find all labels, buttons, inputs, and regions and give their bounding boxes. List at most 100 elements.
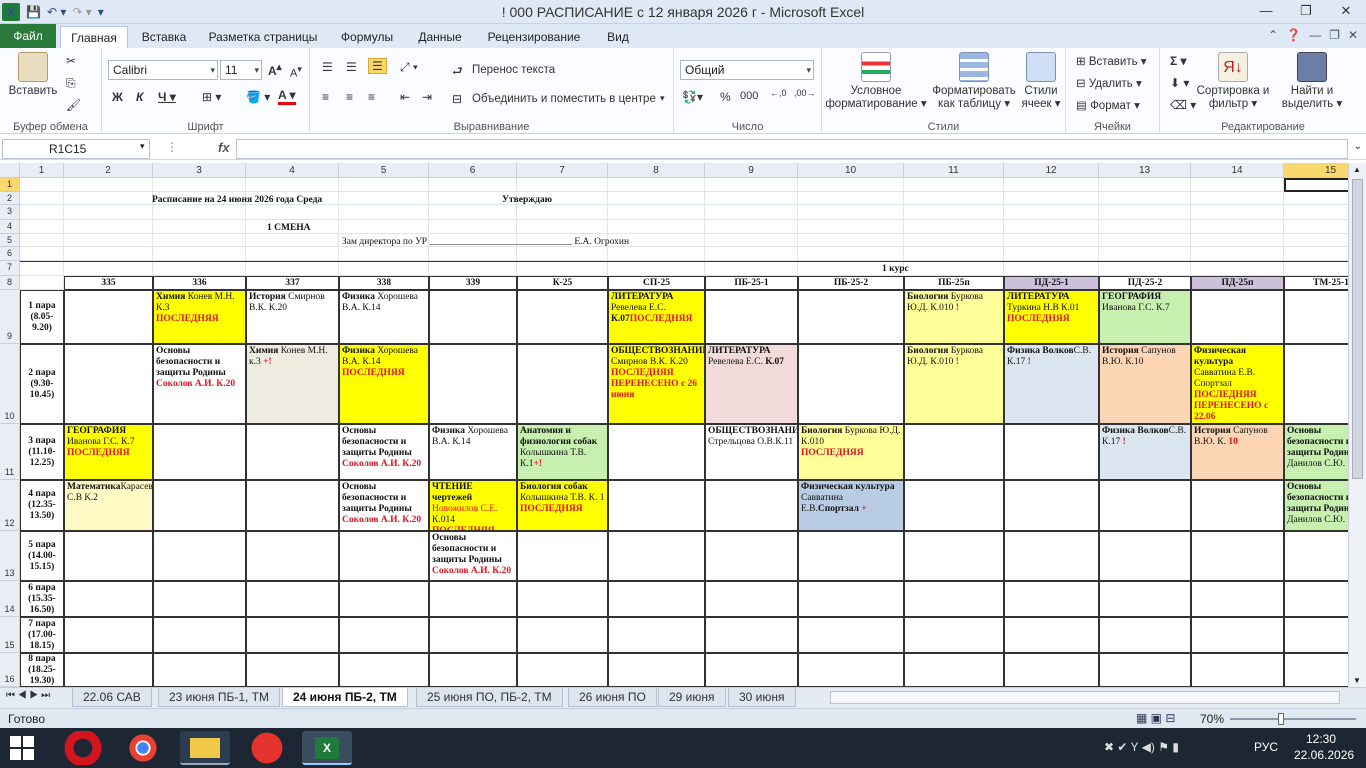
schedule-cell[interactable] <box>705 581 798 617</box>
expand-formula-icon[interactable]: ⌄ <box>1354 141 1362 152</box>
column-header[interactable]: 8 <box>608 163 705 178</box>
schedule-cell[interactable] <box>1191 617 1284 653</box>
period-label[interactable]: 1 пара (8.05- 9.20) <box>20 290 64 344</box>
period-label[interactable]: 7 пара (17.00- 18.15) <box>20 617 64 653</box>
schedule-cell[interactable]: История Смирнов В.К. К.20 <box>246 290 339 344</box>
schedule-cell[interactable] <box>246 480 339 531</box>
autosum-icon[interactable]: Σ ▾ <box>1170 54 1187 68</box>
sheet-tab[interactable]: 23 июня ПБ-1, ТМ <box>158 688 281 707</box>
schedule-cell[interactable] <box>429 653 517 687</box>
column-header[interactable]: 6 <box>429 163 517 178</box>
schedule-cell[interactable] <box>517 344 608 424</box>
comma-style-icon[interactable]: 000 <box>740 90 758 102</box>
schedule-cell[interactable] <box>705 531 798 581</box>
schedule-cell[interactable] <box>153 531 246 581</box>
row-header[interactable]: 6 <box>0 247 20 261</box>
schedule-cell[interactable] <box>1004 581 1099 617</box>
scroll-down-icon[interactable]: ▼ <box>1353 676 1361 685</box>
column-header[interactable]: 13 <box>1099 163 1191 178</box>
italic-icon[interactable]: К <box>136 90 143 104</box>
schedule-cell[interactable] <box>904 480 1004 531</box>
column-header[interactable]: 10 <box>798 163 904 178</box>
font-name-select[interactable]: Calibri ▾ <box>108 60 218 80</box>
doc-minimize-icon[interactable]: — <box>1309 28 1321 42</box>
group-header[interactable]: ПД-25-1 <box>1004 276 1099 290</box>
schedule-cell[interactable] <box>1284 290 1348 344</box>
sheet-tab-active[interactable]: 24 июня ПБ-2, ТМ <box>282 688 408 707</box>
spreadsheet-grid[interactable]: 1 2 3 4 5 6 7 8 9 10 11 12 13 14 15 1 2 3 4 5 6 7 8 9 10 11 12 13 1… <box>0 163 1348 687</box>
wrap-text-icon[interactable]: ⮐ <box>452 62 463 83</box>
schedule-title[interactable]: Расписание на 24 июня 2026 года Среда <box>150 194 410 206</box>
schedule-cell[interactable] <box>1284 653 1348 687</box>
schedule-cell[interactable] <box>1284 581 1348 617</box>
schedule-cell[interactable]: Биология Буркова Ю.Д. К.010 ! <box>904 344 1004 424</box>
schedule-cell[interactable]: Химия Конев М.Н. к.3 +! <box>246 344 339 424</box>
schedule-cell[interactable]: Физика Хорошева В.А. К.14 <box>339 290 429 344</box>
collapse-ribbon-icon[interactable]: ⌃ <box>1268 28 1278 42</box>
underline-icon[interactable]: Ч ▾ <box>158 90 176 104</box>
row-header[interactable]: 14 <box>0 581 20 617</box>
schedule-cell[interactable]: ОБЩЕСТВОЗНАНИЕ Стрельцова О.В.К.11 <box>705 424 798 480</box>
insert-function-icon[interactable]: fx <box>218 140 230 155</box>
sheet-tab[interactable]: 26 июня ПО <box>568 688 657 707</box>
schedule-cell[interactable] <box>1191 653 1284 687</box>
schedule-cell[interactable] <box>608 480 705 531</box>
schedule-cell[interactable] <box>1099 653 1191 687</box>
schedule-cell[interactable] <box>904 581 1004 617</box>
schedule-cell[interactable] <box>705 480 798 531</box>
schedule-cell[interactable]: Основы безопасности и защиты Родины Сокол… <box>339 424 429 480</box>
wrap-text-button[interactable]: Перенос текста <box>472 64 555 76</box>
row-header[interactable]: 16 <box>0 653 20 687</box>
schedule-cell[interactable] <box>1099 480 1191 531</box>
schedule-cell[interactable] <box>64 653 153 687</box>
row-header[interactable]: 9 <box>0 290 20 344</box>
period-label[interactable]: 2 пара (9.30- 10.45) <box>20 344 64 424</box>
row-header[interactable]: 5 <box>0 234 20 247</box>
sort-filter-button[interactable]: Я↓ Сортировка и фильтр ▾ <box>1194 52 1272 111</box>
merge-icon[interactable]: ⊟ <box>452 92 462 106</box>
file-explorer-icon[interactable] <box>180 731 230 765</box>
borders-icon[interactable]: ⊞ ▾ <box>202 90 221 104</box>
group-header[interactable]: 337 <box>246 276 339 290</box>
schedule-cell[interactable] <box>246 531 339 581</box>
schedule-cell[interactable]: ГЕОГРАФИЯ Иванова Г.С. К.7 <box>1099 290 1191 344</box>
schedule-cell[interactable]: ЛИТЕРАТУРА Ревелева Е.С. К.07ПОСЛЕДНЯЯ <box>608 290 705 344</box>
schedule-cell[interactable]: История Сапунов В.Ю. К.10 <box>1099 344 1191 424</box>
schedule-cell[interactable] <box>153 653 246 687</box>
schedule-cell[interactable]: ЛИТЕРАТУРА Туркина Н.В К.01 ПОСЛЕДНЯЯ <box>1004 290 1099 344</box>
schedule-cell[interactable] <box>705 617 798 653</box>
column-header[interactable]: 14 <box>1191 163 1284 178</box>
view-buttons[interactable]: ▦ ▣ ⊟ <box>1136 711 1175 725</box>
copy-icon[interactable]: ⎘ <box>66 76 76 91</box>
schedule-cell[interactable] <box>64 290 153 344</box>
row-header[interactable]: 13 <box>0 531 20 581</box>
group-header[interactable]: СП-25 <box>608 276 705 290</box>
row-header[interactable]: 7 <box>0 261 20 276</box>
schedule-cell[interactable] <box>1099 531 1191 581</box>
select-all-corner[interactable] <box>0 163 20 178</box>
schedule-cell[interactable] <box>64 581 153 617</box>
zoom-slider[interactable] <box>1230 718 1356 720</box>
paste-button[interactable]: Вставить <box>6 52 60 98</box>
row-header[interactable]: 12 <box>0 480 20 531</box>
schedule-cell[interactable] <box>339 531 429 581</box>
schedule-cell[interactable] <box>608 531 705 581</box>
approve-label[interactable]: Утверждаю <box>500 194 600 206</box>
group-header[interactable]: 339 <box>429 276 517 290</box>
row-header[interactable]: 11 <box>0 424 20 480</box>
schedule-cell[interactable] <box>798 290 904 344</box>
tab-view[interactable]: Вид <box>598 26 638 48</box>
font-color-icon[interactable]: A ▾ <box>278 88 296 105</box>
sheet-tab[interactable]: 25 июня ПО, ПБ-2, ТМ <box>416 688 563 707</box>
cut-icon[interactable]: ✂ <box>66 54 76 68</box>
schedule-cell[interactable]: ЛИТЕРАТУРА Ревелева Е.С. К.07 <box>705 344 798 424</box>
schedule-cell[interactable]: История Сапунов В.Ю. К. 10 <box>1191 424 1284 480</box>
row-header[interactable]: 4 <box>0 220 20 234</box>
doc-close-icon[interactable]: ✕ <box>1348 28 1358 42</box>
name-box-dropdown-icon[interactable]: ▾ <box>140 141 145 152</box>
cell-styles-button[interactable]: Стили ячеек ▾ <box>1018 52 1064 111</box>
tab-home[interactable]: Главная <box>60 26 128 48</box>
sheet-tab[interactable]: 30 июня <box>728 688 796 707</box>
schedule-cell[interactable] <box>1004 424 1099 480</box>
schedule-cell[interactable]: Биология Буркова Ю.Д. К.010 ПОСЛЕДНЯЯ <box>798 424 904 480</box>
